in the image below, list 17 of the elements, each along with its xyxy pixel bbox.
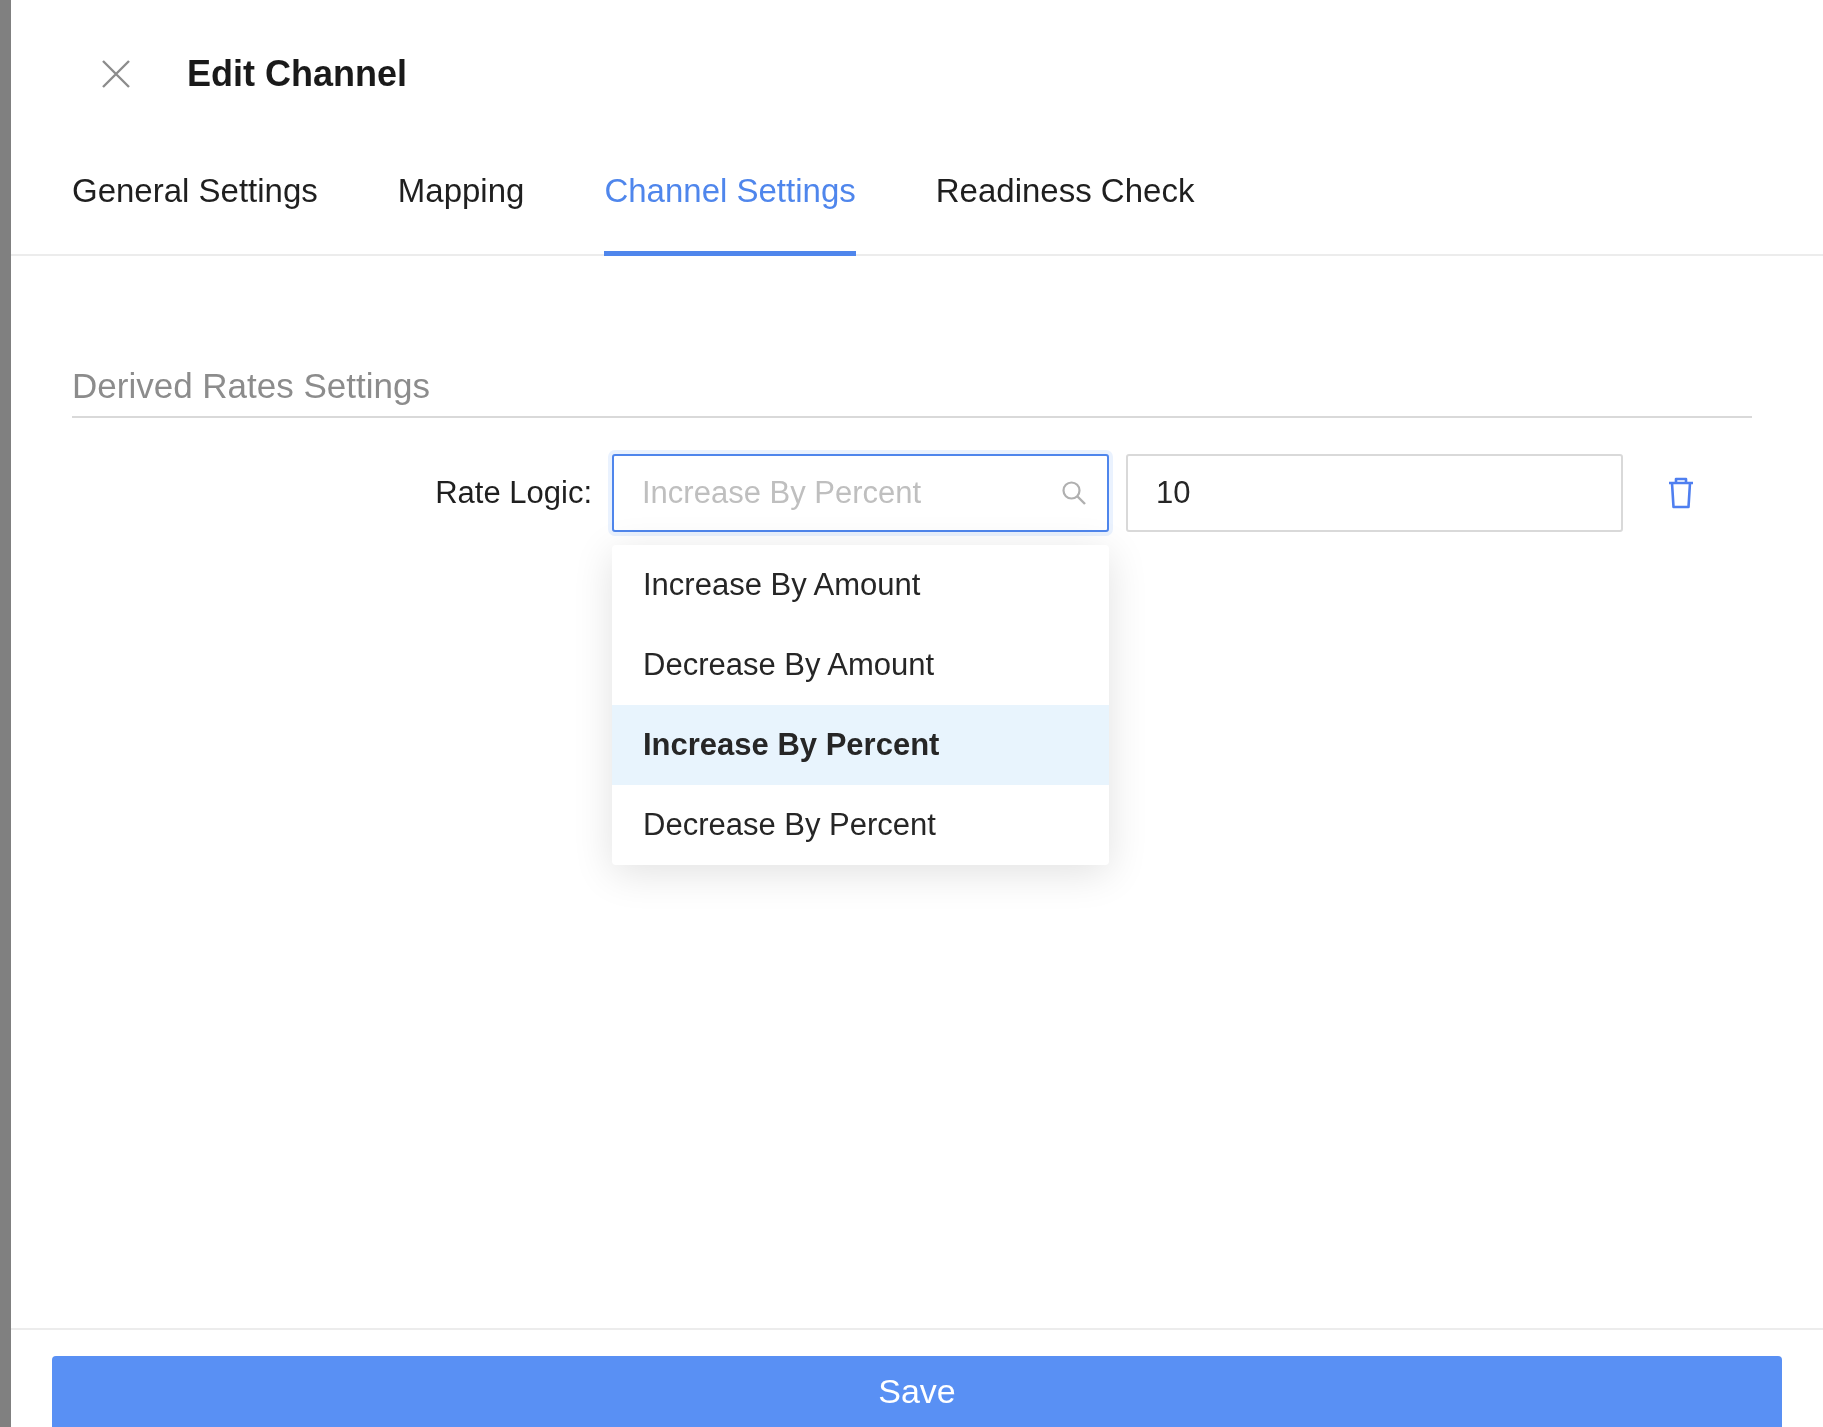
- tab[interactable]: Readiness Check: [935, 148, 1195, 256]
- close-icon: [101, 59, 131, 89]
- tab[interactable]: General Settings: [72, 148, 318, 256]
- dropdown-option[interactable]: Increase By Percent: [612, 705, 1109, 785]
- value-input[interactable]: 10: [1126, 454, 1623, 532]
- field-label: Rate Logic:: [434, 474, 593, 512]
- search-select-field[interactable]: Increase By Percent: [612, 454, 1109, 532]
- search-icon: [1061, 480, 1087, 506]
- dropdown-option[interactable]: Decrease By Amount: [612, 625, 1109, 705]
- tab[interactable]: Channel Settings: [604, 148, 856, 256]
- tab[interactable]: Mapping: [397, 148, 525, 256]
- section-title: Derived Rates Settings: [72, 366, 1752, 418]
- trash-icon: [1667, 477, 1695, 509]
- dropdown-option[interactable]: Decrease By Percent: [612, 785, 1109, 865]
- drawer-title: Edit Channel: [187, 53, 407, 95]
- dropdown-option[interactable]: Increase By Amount: [612, 545, 1109, 625]
- close-button[interactable]: [101, 59, 131, 89]
